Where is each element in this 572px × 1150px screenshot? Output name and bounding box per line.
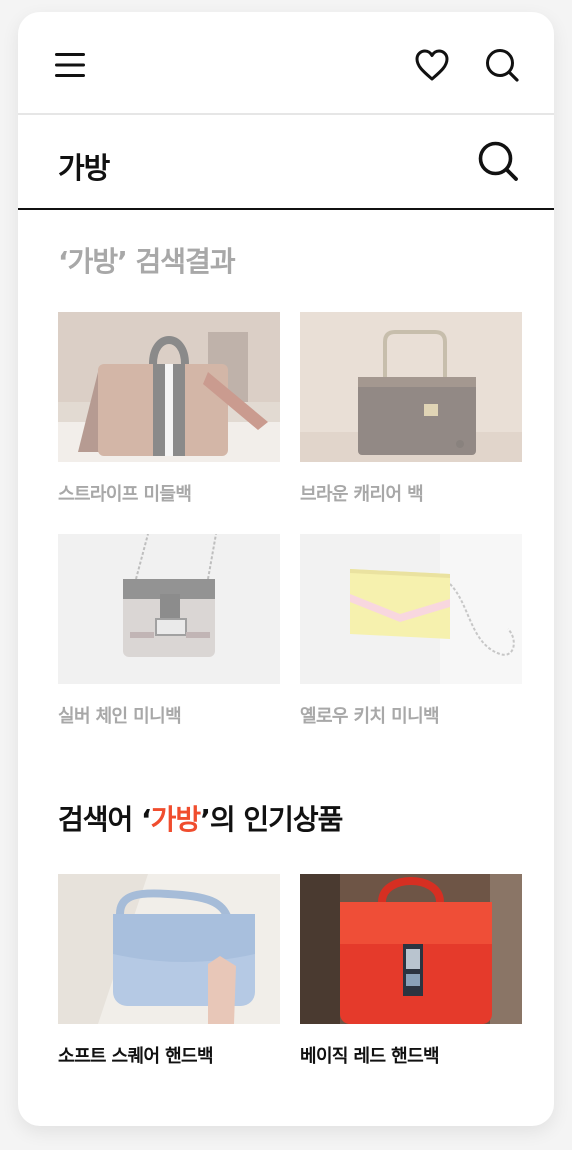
menu-icon bbox=[55, 53, 85, 77]
search-input[interactable]: 가방 bbox=[58, 145, 110, 187]
top-app-bar bbox=[18, 12, 554, 115]
mobile-screen: 가방 ‘가방’ 검색결과 스트라이프 미들백 브라운 캐리어 백 실버 체인 미… bbox=[18, 12, 554, 1126]
popular-products-section: 검색어 ‘가방’의 인기상품 소프트 스퀘어 핸드백 베이직 레드 핸드백 bbox=[58, 798, 522, 1067]
search-submit-button[interactable] bbox=[474, 137, 522, 185]
wishlist-button[interactable] bbox=[412, 45, 452, 85]
product-card[interactable]: 베이직 레드 핸드백 bbox=[300, 874, 522, 1068]
popular-title-keyword: 가방 bbox=[150, 803, 202, 836]
popular-title-suffix: ’의 인기상품 bbox=[200, 803, 343, 836]
popular-title-prefix: 검색어 ‘ bbox=[58, 803, 152, 836]
product-name: 옐로우 키치 미니백 bbox=[300, 706, 440, 727]
product-name: 스트라이프 미들백 bbox=[58, 484, 192, 505]
product-card[interactable]: 브라운 캐리어 백 bbox=[300, 312, 522, 506]
product-image bbox=[300, 312, 522, 462]
product-name: 베이직 레드 핸드백 bbox=[300, 1046, 440, 1067]
product-name: 실버 체인 미니백 bbox=[58, 706, 182, 727]
popular-title: 검색어 ‘가방’의 인기상품 bbox=[58, 798, 522, 838]
product-image bbox=[58, 312, 280, 462]
product-image bbox=[300, 874, 522, 1024]
header-search-button[interactable] bbox=[482, 45, 522, 85]
product-image bbox=[300, 534, 522, 684]
search-results-section: ‘가방’ 검색결과 스트라이프 미들백 브라운 캐리어 백 실버 체인 미니백 … bbox=[58, 240, 522, 727]
product-name: 소프트 스퀘어 핸드백 bbox=[58, 1046, 214, 1067]
product-name: 브라운 캐리어 백 bbox=[300, 484, 424, 505]
product-card[interactable]: 옐로우 키치 미니백 bbox=[300, 534, 522, 728]
menu-button[interactable] bbox=[50, 45, 90, 85]
search-icon bbox=[478, 141, 518, 181]
results-title: ‘가방’ 검색결과 bbox=[58, 245, 236, 278]
product-image bbox=[58, 874, 280, 1024]
search-icon bbox=[486, 49, 519, 82]
heart-icon bbox=[415, 49, 449, 81]
search-bar: 가방 bbox=[18, 115, 554, 210]
product-card[interactable]: 스트라이프 미들백 bbox=[58, 312, 280, 506]
product-card[interactable]: 실버 체인 미니백 bbox=[58, 534, 280, 728]
product-card[interactable]: 소프트 스퀘어 핸드백 bbox=[58, 874, 280, 1068]
product-image bbox=[58, 534, 280, 684]
